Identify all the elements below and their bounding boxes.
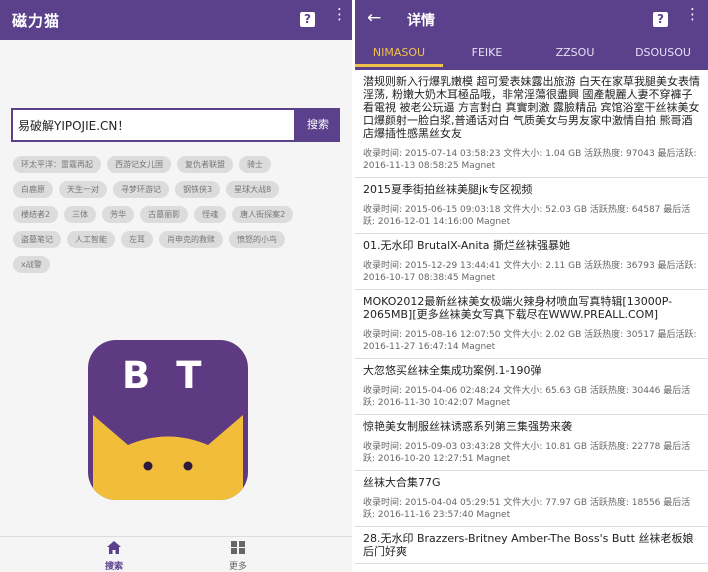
tag-row: 盗墓笔记 人工智能 左耳 肖申克的救赎 愤怒的小鸟 — [13, 231, 343, 254]
result-title: 潜规则新入行爆乳嫩模 超可爱表妹露出旅游 白天在家草我腿美女表情淫荡, 粉嫩大奶… — [363, 75, 700, 140]
result-meta: 收录时间: 2015-08-16 12:07:50 文件大小: 2.02 GB … — [363, 330, 697, 352]
search-button[interactable]: 搜索 — [296, 108, 340, 142]
result-title: 2015夏季街拍丝袜美腿jk专区视频 — [363, 183, 533, 196]
result-title: MOKO2012最新丝袜美女极端火辣身材喷血写真特辑[13000P-2065MB… — [363, 295, 673, 321]
nav-label-search: 搜索 — [104, 562, 123, 572]
tag-row: 白鹿原 天生一对 寻梦环游记 钢铁侠3 星球大战8 — [13, 181, 343, 204]
result-item[interactable]: 01.无水印 BrutalX-Anita 撕烂丝袜强暴她收录时间: 2015-1… — [355, 234, 708, 290]
tab-dsousou[interactable]: DSOUSOU — [619, 40, 707, 70]
result-item[interactable]: 2015夏季街拍丝袜美腿jk专区视频收录时间: 2015-06-15 09:03… — [355, 178, 708, 234]
active-tab-indicator — [355, 64, 443, 67]
result-title: 28.无水印 Brazzers-Britney Amber-The Boss's… — [363, 532, 694, 558]
tab-zzsou[interactable]: ZZSOU — [531, 40, 619, 70]
result-item[interactable]: MOKO2012最新丝袜美女极端火辣身材喷血写真特辑[13000P-2065MB… — [355, 290, 708, 359]
result-title: 大忽悠买丝袜全集成功案例.1-190弹 — [363, 364, 542, 377]
result-item[interactable]: 大忽悠买丝袜全集成功案例.1-190弹收录时间: 2015-04-06 02:4… — [355, 359, 708, 415]
hot-tag[interactable]: 白鹿原 — [13, 181, 53, 198]
result-meta: 收录时间: 2015-04-04 05:29:51 文件大小: 77.97 GB… — [363, 498, 691, 520]
hot-tag[interactable]: 古墓丽影 — [140, 206, 189, 223]
tag-row: 环太平洋：雷霆再起 西游记女儿国 复仇者联盟 骑士 — [13, 156, 343, 179]
nav-item-search[interactable]: 搜索 — [84, 541, 144, 572]
result-title: 丝袜大合集77G — [363, 476, 441, 489]
hot-tag[interactable]: 环太平洋：雷霆再起 — [13, 156, 101, 173]
logo-text: BT — [122, 354, 228, 397]
result-item[interactable]: 丝袜大合集77G 收录时间: 2015-04-04 05:29:51 文件大小: … — [355, 471, 708, 527]
app-title: 磁力猫 — [12, 12, 61, 30]
grid-icon — [231, 541, 245, 554]
nav-label-more: 更多 — [228, 562, 247, 572]
search-input[interactable] — [13, 110, 294, 140]
tab-feike[interactable]: FEIKE — [443, 40, 531, 70]
result-item[interactable]: 28.无水印 Brazzers-Britney Amber-The Boss's… — [355, 527, 708, 564]
hot-tag[interactable]: 唐人街探案2 — [232, 206, 294, 223]
hot-tag[interactable]: 楼结者2 — [13, 206, 59, 223]
hot-tag[interactable]: 左耳 — [121, 231, 153, 248]
detail-screen: ← 详情 ? ⋮ NIMASOU FEIKE ZZSOU DSOUSOU 潜规则新入行… — [355, 0, 708, 572]
nav-item-more[interactable]: 更多 — [208, 541, 268, 572]
hot-tag[interactable]: 盗墓笔记 — [13, 231, 61, 248]
result-meta: 收录时间: 2015-04-06 02:48:24 文件大小: 65.63 GB… — [363, 386, 691, 408]
result-item[interactable]: 惊艳美女制服丝袜诱惑系列第三集强势来袭收录时间: 2015-09-03 03:4… — [355, 415, 708, 471]
hot-tag[interactable]: 怪魂 — [194, 206, 227, 223]
detail-app-bar: ← 详情 ? ⋮ NIMASOU FEIKE ZZSOU DSOUSOU — [355, 0, 708, 70]
hot-tag[interactable]: 天生一对 — [59, 181, 107, 198]
search-box — [11, 108, 296, 142]
hot-tag[interactable]: 骑士 — [239, 156, 271, 173]
result-title: 惊艳美女制服丝袜诱惑系列第三集强势来袭 — [363, 420, 572, 433]
hot-tags: 环太平洋：雷霆再起 西游记女儿国 复仇者联盟 骑士白鹿原 天生一对 寻梦环游记 钢铁侠3 星球… — [13, 156, 343, 281]
result-meta: 收录时间: 2015-06-15 09:03:18 文件大小: 52.03 GB… — [363, 205, 691, 227]
result-title: 01.无水印 BrutalX-Anita 撕烂丝袜强暴她 — [363, 239, 570, 252]
help-icon[interactable]: ? — [653, 12, 668, 27]
hot-tag[interactable]: x战警 — [13, 256, 50, 273]
hot-tag[interactable]: 寻梦环游记 — [113, 181, 169, 198]
bt-cat-logo: BT — [88, 340, 248, 500]
hot-tag[interactable]: 肖申克的救赎 — [159, 231, 223, 248]
app-bar: 磁力猫 ? ⋮ — [0, 0, 352, 40]
hot-tag[interactable]: 西游记女儿国 — [107, 156, 171, 173]
hot-tag[interactable]: 星球大战8 — [226, 181, 280, 198]
result-meta: 收录时间: 2015-07-14 03:58:23 文件大小: 1.04 GB … — [363, 149, 697, 171]
back-arrow-icon[interactable]: ← — [367, 8, 381, 28]
more-options-icon[interactable]: ⋮ — [685, 7, 700, 29]
hot-tag[interactable]: 复仇者联盟 — [177, 156, 233, 173]
hot-tag[interactable]: 人工智能 — [67, 231, 115, 248]
screen: 磁力猫 ? ⋮ 搜索 环太平洋：雷霆再起西游记女儿国复仇者联盟骑士白鹿原天生一对… — [0, 0, 708, 572]
hot-tag[interactable]: 三体 — [64, 206, 97, 223]
hot-tag[interactable]: 愤怒的小鸟 — [229, 231, 285, 248]
tag-row: 楼结者2 三体 芳华 古墓丽影 怪魂 唐人街探案2 — [13, 206, 343, 229]
help-icon[interactable]: ? — [300, 12, 315, 27]
hot-tag[interactable]: 钢铁侠3 — [175, 181, 221, 198]
more-options-icon[interactable]: ⋮ — [332, 7, 347, 29]
search-screen: 磁力猫 ? ⋮ 搜索 环太平洋：雷霆再起西游记女儿国复仇者联盟骑士白鹿原天生一对… — [0, 0, 352, 572]
result-list: 潜规则新入行爆乳嫩模 超可爱表妹露出旅游 白天在家草我腿美女表情淫荡, 粉嫩大奶… — [355, 70, 708, 572]
hot-tag[interactable]: 芳华 — [102, 206, 135, 223]
result-meta: 收录时间: 2015-12-29 13:44:41 文件大小: 2.11 GB … — [363, 261, 697, 283]
result-meta: 收录时间: 2015-09-03 03:43:28 文件大小: 10.81 GB… — [363, 442, 691, 464]
bottom-navigation: 搜索 更多 — [0, 536, 352, 572]
home-icon — [107, 541, 121, 554]
detail-title: 详情 — [407, 13, 435, 29]
result-item[interactable]: 潜规则新入行爆乳嫩模 超可爱表妹露出旅游 白天在家草我腿美女表情淫荡, 粉嫩大奶… — [355, 70, 708, 178]
tag-row: x战警 — [13, 256, 343, 279]
